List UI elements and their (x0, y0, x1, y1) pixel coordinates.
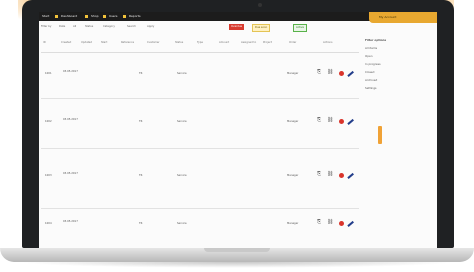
row-customer: Service (177, 222, 187, 225)
sidebar-item[interactable]: Closed (365, 70, 374, 74)
link-icon[interactable]: ⛓ (327, 118, 333, 123)
column-header[interactable]: ID (43, 41, 46, 45)
user-menu[interactable]: My Account (369, 12, 437, 23)
row-ref: TR (139, 120, 143, 123)
edit-icon[interactable] (347, 70, 354, 77)
filter-category[interactable]: Category (103, 24, 115, 30)
column-header[interactable]: Start (101, 41, 107, 45)
appbar-item[interactable]: Reports (129, 12, 141, 21)
row-ref: TR (139, 174, 143, 177)
table-row[interactable]: 1002 03.05.2017 TR Service Manager ⎘ ⛓ (41, 98, 359, 149)
sidebar: Filter options All items Open In progres… (361, 24, 437, 248)
column-header[interactable]: Actions (323, 41, 332, 45)
row-customer: Service (177, 174, 187, 177)
filter-all[interactable]: All (73, 24, 76, 30)
delete-icon[interactable] (339, 119, 344, 124)
sidebar-item[interactable]: Open (365, 54, 372, 58)
column-header[interactable]: Reference (121, 41, 134, 45)
row-customer: Service (177, 120, 187, 123)
copy-icon[interactable]: ⎘ (317, 70, 321, 75)
filter-label: Filter by (41, 25, 52, 28)
app-icon (103, 15, 106, 18)
table-row[interactable]: 1001 03.05.2017 TR Service Manager ⎘ ⛓ (41, 52, 359, 99)
appbar-item[interactable]: Users (109, 12, 117, 21)
column-header[interactable]: Amount (219, 41, 229, 45)
appbar-item[interactable]: Dashboard (61, 12, 77, 21)
app-icon (123, 15, 126, 18)
row-created: 03.05.2017 (63, 118, 78, 121)
column-header[interactable]: Order (289, 41, 296, 45)
row-created: 03.05.2017 (63, 172, 78, 175)
appbar-item[interactable]: Shop (91, 12, 99, 21)
row-id: 1003 (45, 174, 52, 177)
row-owner: Manager (287, 120, 299, 123)
laptop-notch (204, 248, 270, 252)
column-header[interactable]: Type (197, 41, 203, 45)
link-icon[interactable]: ⛓ (327, 70, 333, 75)
status-badge-due-soon[interactable]: Due soon (252, 24, 271, 32)
table-row[interactable]: 1003 03.05.2017 TR Service Manager ⎘ ⛓ (41, 148, 359, 209)
row-created: 03.05.2017 (63, 220, 78, 223)
link-icon[interactable]: ⛓ (327, 220, 333, 225)
filter-search[interactable]: Search (127, 24, 136, 30)
delete-icon[interactable] (339, 71, 344, 76)
webcam (258, 3, 262, 7)
filter-date[interactable]: Date (59, 24, 65, 30)
column-header[interactable]: Assigned to (241, 41, 256, 45)
row-owner: Manager (287, 174, 299, 177)
status-badge-active[interactable]: Active (293, 24, 308, 32)
delete-icon[interactable] (339, 173, 344, 178)
row-customer: Service (177, 72, 187, 75)
row-ref: TR (139, 222, 143, 225)
sidebar-item[interactable]: In progress (365, 62, 381, 66)
row-id: 1001 (45, 72, 52, 75)
column-header[interactable]: Updated (81, 41, 92, 45)
column-header[interactable]: Created (61, 41, 71, 45)
sidebar-item[interactable]: All items (365, 46, 377, 50)
row-owner: Manager (287, 72, 299, 75)
sidebar-item[interactable]: Settings (365, 86, 376, 90)
copy-icon[interactable]: ⎘ (317, 118, 321, 123)
row-owner: Manager (287, 222, 299, 225)
column-header[interactable]: Status (175, 41, 183, 45)
laptop-shadow (18, 262, 456, 268)
filter-bar: Filter by Date All Status Category Searc… (41, 24, 361, 32)
column-header[interactable]: Customer (147, 41, 160, 45)
row-id: 1004 (45, 222, 52, 225)
sidebar-item[interactable]: Archived (365, 78, 377, 82)
sidebar-title: Filter options (365, 38, 387, 42)
app-screen: Start Dashboard Shop Users Reports My Ac… (39, 12, 437, 248)
copy-icon[interactable]: ⎘ (317, 220, 321, 225)
table-row[interactable]: 1004 03.05.2017 TR Service Manager ⎘ ⛓ (41, 208, 359, 248)
app-icon (85, 15, 88, 18)
edit-icon[interactable] (347, 118, 354, 125)
edit-icon[interactable] (347, 172, 354, 179)
filter-apply[interactable]: Apply (147, 24, 154, 30)
column-header[interactable]: Project (263, 41, 272, 45)
appbar-item[interactable]: Start (42, 12, 49, 21)
user-menu-label: My Account (379, 15, 397, 19)
link-icon[interactable]: ⛓ (327, 172, 333, 177)
status-badge-overdue[interactable]: Overdue (229, 24, 245, 30)
row-ref: TR (139, 72, 143, 75)
edit-icon[interactable] (347, 220, 354, 227)
filter-status[interactable]: Status (85, 24, 93, 30)
delete-icon[interactable] (339, 221, 344, 226)
app-icon (55, 15, 58, 18)
row-created: 03.05.2017 (63, 70, 78, 73)
row-id: 1002 (45, 120, 52, 123)
copy-icon[interactable]: ⎘ (317, 172, 321, 177)
